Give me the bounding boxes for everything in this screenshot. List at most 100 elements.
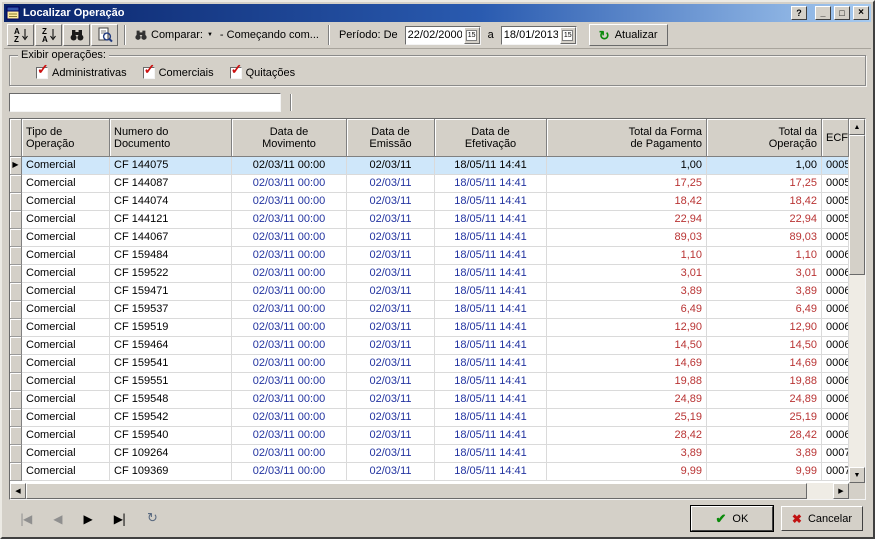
table-row[interactable]: ComercialCF 14407402/03/11 00:0002/03/11… [10, 193, 849, 211]
atualizar-button[interactable]: ↻ Atualizar [589, 24, 668, 46]
nav-last-button[interactable]: ▶| [114, 512, 125, 526]
date-to-calendar-button[interactable]: 15 [560, 27, 576, 44]
grid-cell: 18/05/11 14:41 [435, 463, 547, 481]
date-from-input[interactable] [406, 29, 464, 41]
table-row[interactable]: ComercialCF 15952202/03/11 00:0002/03/11… [10, 265, 849, 283]
cancel-button[interactable]: ✖ Cancelar [781, 506, 863, 531]
find-button[interactable] [63, 24, 90, 46]
scrollbar-corner [849, 483, 865, 499]
checkbox-box[interactable]: ✓ [143, 67, 155, 79]
grid-cell: 0006 [822, 319, 849, 337]
nav-first-button[interactable]: |◀ [20, 512, 31, 526]
vertical-scroll-thumb[interactable] [849, 135, 865, 275]
grid-cell: 0005 [822, 157, 849, 175]
column-header[interactable]: Total da Forma de Pagamento [547, 119, 707, 157]
grid-cell: 3,89 [707, 283, 822, 301]
grid-cell: 02/03/11 [347, 211, 435, 229]
comparar-dropdown[interactable]: Comparar: ▼ [131, 28, 216, 42]
column-header[interactable]: Tipo de Operação [22, 119, 110, 157]
table-row[interactable]: ComercialCF 14406702/03/11 00:0002/03/11… [10, 229, 849, 247]
table-row[interactable]: ComercialCF 15947102/03/11 00:0002/03/11… [10, 283, 849, 301]
table-row[interactable]: ComercialCF 10936902/03/11 00:0002/03/11… [10, 463, 849, 481]
column-header[interactable]: Data de Movimento [232, 119, 347, 157]
vertical-scroll-track[interactable] [849, 135, 865, 467]
sort-descending-button[interactable]: Z A [35, 24, 62, 46]
sort-ascending-button[interactable]: A Z [7, 24, 34, 46]
table-row[interactable]: ComercialCF 14408702/03/11 00:0002/03/11… [10, 175, 849, 193]
scroll-up-button[interactable]: ▲ [849, 119, 865, 135]
grid-header: Tipo de OperaçãoNumero do DocumentoData … [10, 119, 849, 157]
date-from-calendar-button[interactable]: 15 [464, 27, 480, 44]
checkbox-administrativas[interactable]: ✓ Administrativas [36, 67, 127, 79]
search-row [9, 92, 866, 112]
table-row[interactable]: ComercialCF 15953702/03/11 00:0002/03/11… [10, 301, 849, 319]
checkbox-quitacoes[interactable]: ✓ Quitações [230, 67, 296, 79]
grid-cell: 6,49 [547, 301, 707, 319]
check-icon: ✓ [144, 62, 156, 76]
table-row[interactable]: ComercialCF 15954202/03/11 00:0002/03/11… [10, 409, 849, 427]
table-row[interactable]: ▶ComercialCF 14407502/03/11 00:0002/03/1… [10, 157, 849, 175]
preview-button[interactable] [91, 24, 118, 46]
checkbox-label: Administrativas [52, 67, 127, 79]
column-header-label: ECF [826, 132, 844, 144]
row-indicator [10, 175, 22, 193]
grid-cell: 28,42 [707, 427, 822, 445]
search-input[interactable] [9, 93, 281, 112]
table-row[interactable]: ComercialCF 15955102/03/11 00:0002/03/11… [10, 373, 849, 391]
grid-cell: 02/03/11 [347, 265, 435, 283]
nav-refresh-button[interactable]: ↻ [147, 511, 158, 526]
column-header-label: Data de Movimento [236, 126, 342, 150]
column-header[interactable]: Numero do Documento [110, 119, 232, 157]
grid-cell: 02/03/11 00:00 [232, 337, 347, 355]
help-button[interactable]: ? [791, 6, 807, 20]
column-header[interactable]: Data de Emissão [347, 119, 435, 157]
indicator-column-header[interactable] [10, 119, 22, 157]
checkbox-comerciais[interactable]: ✓ Comerciais [143, 67, 214, 79]
grid-cell: 18/05/11 14:41 [435, 319, 547, 337]
dialog-window: Localizar Operação ? _ □ × A Z Z A [0, 0, 875, 539]
grid-cell: 0006 [822, 265, 849, 283]
table-row[interactable]: ComercialCF 15954102/03/11 00:0002/03/11… [10, 355, 849, 373]
date-to-field: 15 [501, 26, 577, 45]
grid-cell: 19,88 [547, 373, 707, 391]
horizontal-scroll-thumb[interactable] [26, 483, 807, 499]
cancel-label: Cancelar [808, 513, 852, 525]
preview-icon [97, 27, 113, 43]
table-row[interactable]: ComercialCF 10926402/03/11 00:0002/03/11… [10, 445, 849, 463]
maximize-button[interactable]: □ [834, 6, 850, 20]
horizontal-scroll-track[interactable] [807, 483, 833, 499]
vertical-scrollbar[interactable]: ▲ ▼ [849, 119, 865, 499]
ok-check-icon: ✔ [716, 512, 727, 525]
grid-main: Tipo de OperaçãoNumero do DocumentoData … [10, 119, 849, 499]
date-to-input[interactable] [502, 29, 560, 41]
checkbox-box[interactable]: ✓ [36, 67, 48, 79]
column-header[interactable]: Data de Efetivação [435, 119, 547, 157]
column-header[interactable]: ECF [822, 119, 849, 157]
scroll-left-button[interactable]: ◀ [10, 483, 26, 499]
table-row[interactable]: ComercialCF 15946402/03/11 00:0002/03/11… [10, 337, 849, 355]
table-row[interactable]: ComercialCF 15954002/03/11 00:0002/03/11… [10, 427, 849, 445]
grid-cell: 02/03/11 [347, 463, 435, 481]
horizontal-scrollbar[interactable]: ◀ ▶ [10, 483, 849, 499]
column-header[interactable]: Total da Operação [707, 119, 822, 157]
table-row[interactable]: ComercialCF 15948402/03/11 00:0002/03/11… [10, 247, 849, 265]
table-row[interactable]: ComercialCF 15951902/03/11 00:0002/03/11… [10, 319, 849, 337]
grid-cell: 02/03/11 [347, 193, 435, 211]
ok-button[interactable]: ✔ OK [691, 506, 773, 531]
nav-next-button[interactable]: ▶ [84, 512, 92, 526]
checkbox-box[interactable]: ✓ [230, 67, 242, 79]
minimize-button[interactable]: _ [815, 6, 831, 20]
table-row[interactable]: ComercialCF 15954802/03/11 00:0002/03/11… [10, 391, 849, 409]
grid-cell: Comercial [22, 229, 110, 247]
scroll-right-button[interactable]: ▶ [833, 483, 849, 499]
nav-prior-button[interactable]: ◀ [53, 512, 61, 526]
grid-cell: 89,03 [707, 229, 822, 247]
grid-cell: Comercial [22, 193, 110, 211]
scroll-down-button[interactable]: ▼ [849, 467, 865, 483]
grid-cell: 18/05/11 14:41 [435, 355, 547, 373]
close-button[interactable]: × [853, 6, 869, 20]
grid-cell: CF 144067 [110, 229, 232, 247]
grid-cell: 3,01 [547, 265, 707, 283]
table-row[interactable]: ComercialCF 14412102/03/11 00:0002/03/11… [10, 211, 849, 229]
grid-cell: 0006 [822, 247, 849, 265]
